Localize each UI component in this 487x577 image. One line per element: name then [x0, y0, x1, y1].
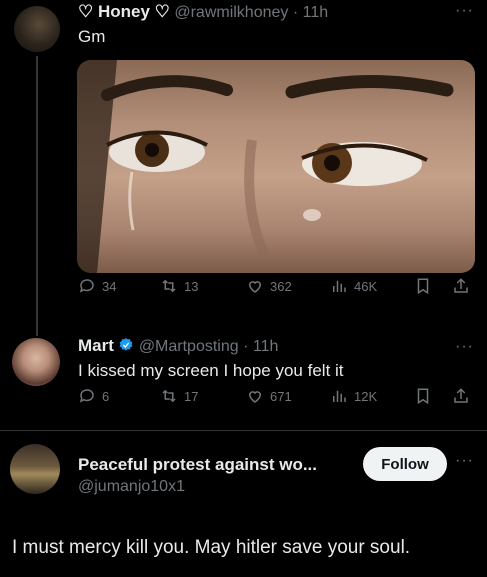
tweet-photo[interactable]: [77, 60, 475, 273]
tweet-text: I kissed my screen I hope you felt it: [78, 361, 344, 380]
display-name[interactable]: ♡ Honey ♡: [78, 2, 170, 21]
more-icon[interactable]: ···: [455, 452, 474, 470]
thread-line: [36, 56, 38, 336]
divider: [0, 430, 487, 431]
like-button[interactable]: 362: [246, 277, 292, 295]
retweet-count: 17: [184, 388, 199, 404]
retweet-button[interactable]: 17: [160, 387, 198, 405]
bookmark-button[interactable]: [414, 277, 432, 295]
reply-icon: [79, 279, 94, 293]
like-button[interactable]: 671: [246, 387, 292, 405]
face-closeup-image: [77, 60, 454, 273]
reply-count: 34: [102, 278, 117, 294]
views-button[interactable]: 12K: [330, 387, 377, 405]
like-count: 362: [270, 278, 292, 294]
share-button[interactable]: [452, 277, 470, 295]
view-count: 46K: [354, 278, 378, 294]
views-icon: [333, 280, 346, 292]
more-icon[interactable]: ···: [455, 338, 474, 356]
reply-count: 6: [102, 388, 110, 404]
share-icon: [454, 388, 468, 403]
avatar[interactable]: [12, 338, 60, 386]
like-count: 671: [270, 388, 292, 404]
bookmark-button[interactable]: [414, 387, 432, 405]
display-name[interactable]: Mart: [78, 336, 114, 355]
handle-time[interactable]: @Martposting · 11h: [139, 338, 279, 355]
tweet-text: I must mercy kill you. May hitler save y…: [12, 537, 411, 558]
share-button[interactable]: [452, 387, 470, 405]
avatar[interactable]: [14, 6, 60, 52]
reply-button[interactable]: 6: [78, 387, 109, 405]
bookmark-icon: [417, 278, 429, 295]
verified-badge-icon: [120, 338, 133, 351]
heart-icon: [248, 281, 262, 293]
bookmark-icon: [417, 388, 429, 405]
avatar[interactable]: [10, 444, 60, 494]
reply-icon: [79, 389, 94, 403]
display-name[interactable]: Peaceful protest against wo...: [78, 455, 317, 475]
retweet-icon: [162, 389, 176, 403]
share-icon: [454, 278, 468, 293]
handle-time[interactable]: @rawmilkhoney · 11h: [174, 4, 328, 21]
retweet-icon: [162, 279, 176, 293]
view-count: 12K: [354, 388, 378, 404]
more-icon[interactable]: ···: [455, 2, 474, 20]
follow-button[interactable]: Follow: [363, 447, 447, 481]
heart-icon: [248, 391, 262, 403]
handle[interactable]: @jumanjo10x1: [78, 478, 185, 496]
tweet-text: Gm: [78, 27, 106, 46]
views-icon: [333, 390, 346, 402]
views-button[interactable]: 46K: [330, 277, 377, 295]
retweet-button[interactable]: 13: [160, 277, 198, 295]
reply-button[interactable]: 34: [78, 277, 116, 295]
retweet-count: 13: [184, 278, 199, 294]
